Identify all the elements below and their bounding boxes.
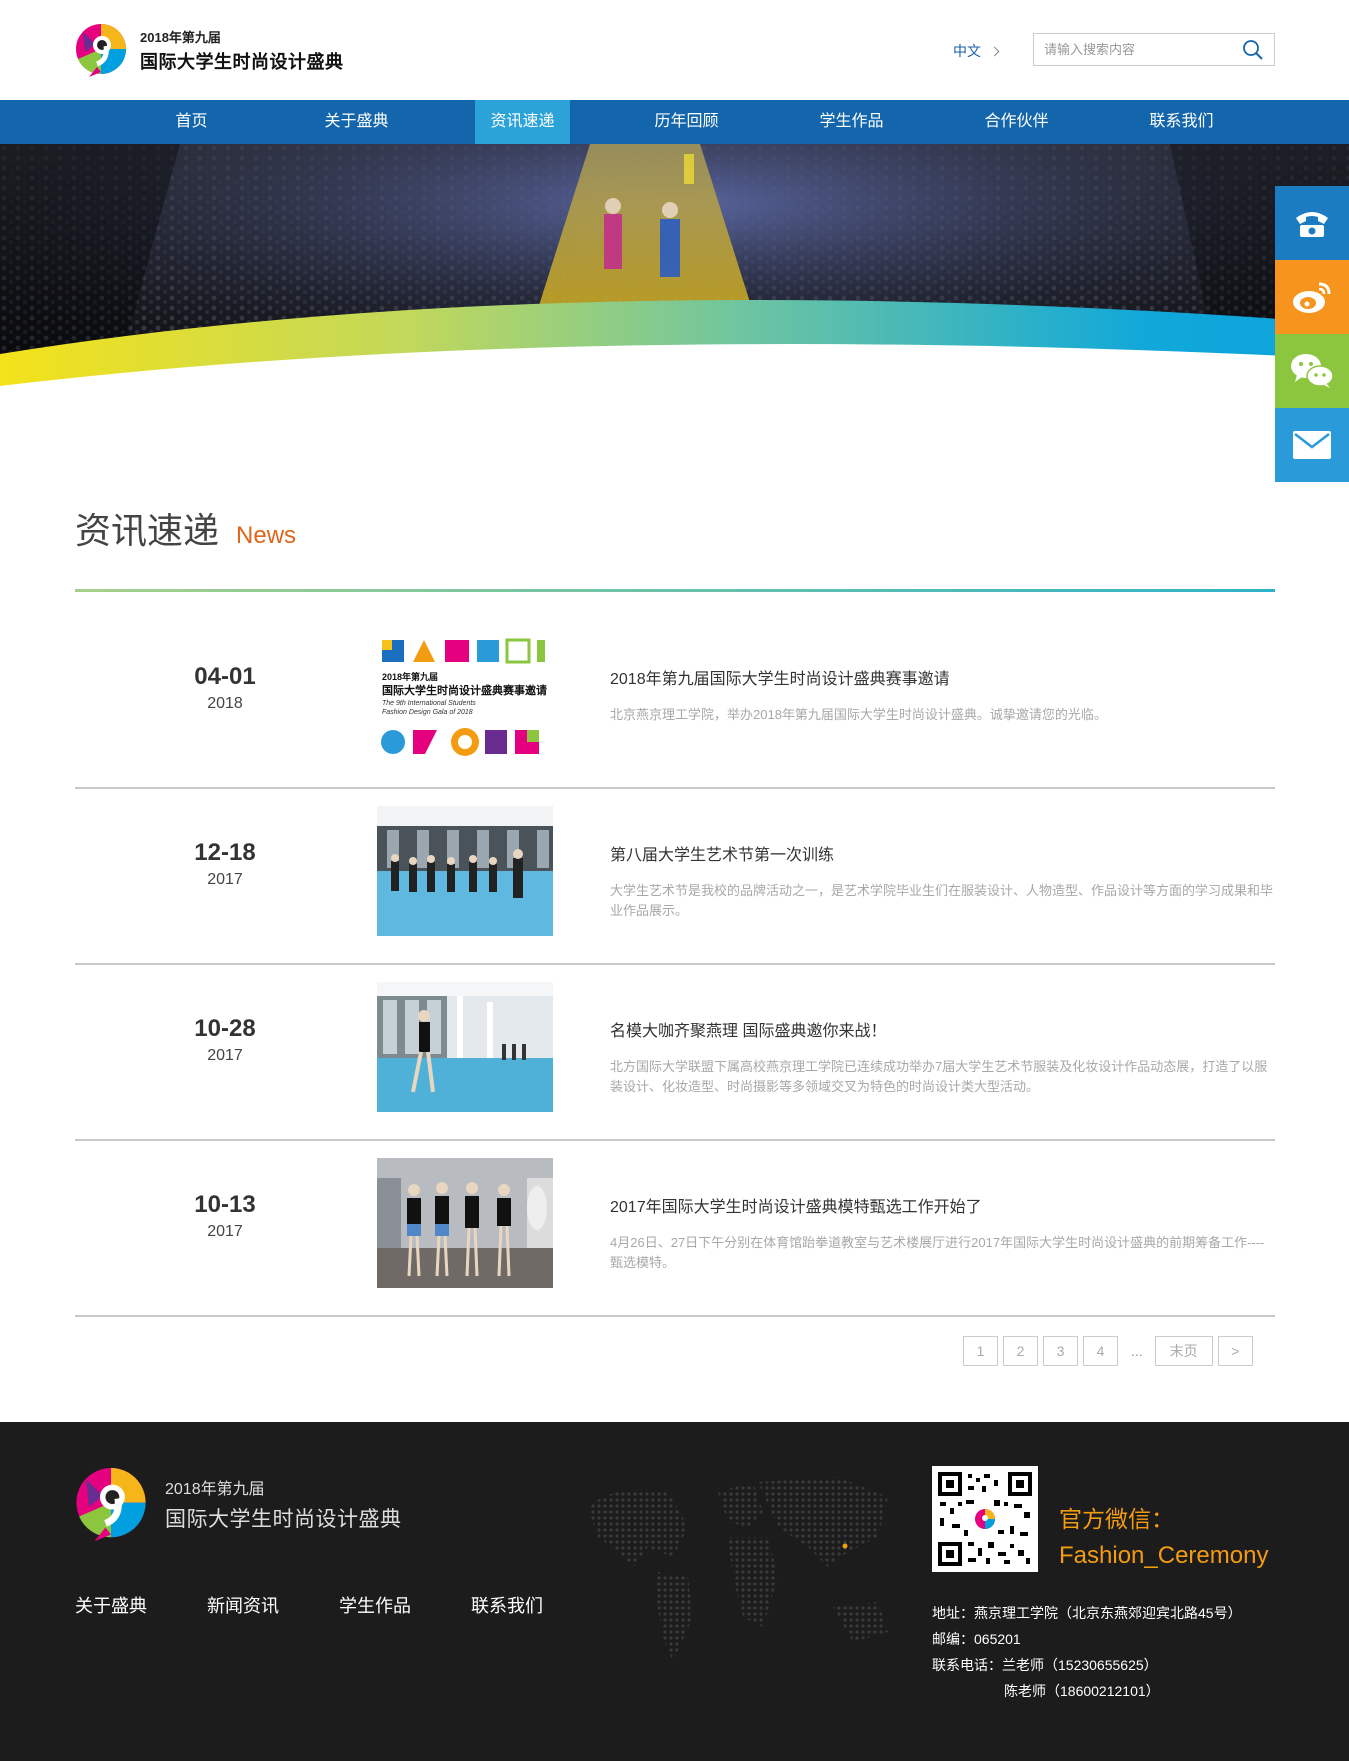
nav-item-history[interactable]: 历年回顾: [639, 100, 734, 144]
search-input[interactable]: [1034, 34, 1234, 65]
nav-item-partners[interactable]: 合作伙伴: [969, 100, 1064, 144]
poster-image: 2018年第九届 国际大学生时尚设计盛典赛事邀请 The 9th Interna…: [381, 638, 547, 756]
phone-button[interactable]: [1275, 186, 1349, 260]
pagination: 1 2 3 4 ... 末页 >: [963, 1336, 1258, 1366]
news-title[interactable]: 名模大咖齐聚燕理 国际盛典邀你来战！: [610, 1017, 886, 1041]
world-map-graphic: [588, 1477, 888, 1662]
language-switch[interactable]: 中文: [953, 41, 1000, 61]
page-4-button[interactable]: 4: [1083, 1336, 1118, 1366]
page-3-button[interactable]: 3: [1043, 1336, 1078, 1366]
model-photo: [377, 982, 553, 1112]
wechat-icon: [1291, 354, 1334, 388]
news-date: 10-28 2017: [75, 1015, 375, 1065]
news-date: 10-13 2017: [75, 1191, 375, 1241]
footer-link-contact[interactable]: 联系我们: [471, 1592, 543, 1618]
news-date-year: 2017: [207, 871, 243, 888]
news-date-md: 10-13: [194, 1191, 256, 1218]
footer-logo-line2: 国际大学生时尚设计盛典: [165, 1508, 402, 1531]
contact-address: 地址：燕京理工学院（北京东燕郊迎宾北路45号）: [932, 1605, 1242, 1621]
news-title[interactable]: 第八届大学生艺术节第一次训练: [610, 841, 834, 865]
wechat-id: Fashion_Ceremony: [1059, 1542, 1269, 1569]
next-page-button[interactable]: >: [1217, 1336, 1253, 1366]
news-thumbnail[interactable]: [377, 806, 553, 936]
section-title-cn: 资讯速递: [75, 510, 220, 551]
news-date: 04-01 2018: [75, 663, 375, 713]
search-icon[interactable]: [1242, 39, 1264, 61]
poster-line4: Fashion Design Gala of 2018: [382, 709, 473, 716]
weibo-button[interactable]: [1275, 260, 1349, 334]
contact-info: 地址：燕京理工学院（北京东燕郊迎宾北路45号） 邮编：065201 联系电话：兰…: [932, 1600, 1242, 1704]
news-date-year: 2017: [207, 1047, 243, 1064]
wechat-info: 官方微信： Fashion_Ceremony: [1059, 1500, 1268, 1570]
training-photo: [377, 806, 553, 936]
logo-line1: 2018年第九届: [140, 29, 221, 45]
footer: 2018年第九届 国际大学生时尚设计盛典 关于盛典 新闻资讯 学生作品 联系我们: [0, 1422, 1349, 1761]
header: 2018年第九届 国际大学生时尚设计盛典 中文: [0, 0, 1349, 100]
wechat-label: 官方微信：: [1059, 1506, 1174, 1532]
news-desc: 4月26日、27日下午分别在体育馆跆拳道教室与艺术楼展厅进行2017年国际大学生…: [610, 1235, 1265, 1270]
hero-banner: [0, 144, 1349, 444]
contact-phone-2: 陈老师（18600212101）: [1004, 1683, 1160, 1699]
news-date-year: 2017: [207, 1223, 243, 1240]
news-thumbnail[interactable]: [377, 1158, 553, 1288]
wechat-qr-code: [932, 1466, 1038, 1572]
nav-item-contact[interactable]: 联系我们: [1134, 100, 1229, 144]
section-divider: [75, 589, 1275, 592]
news-thumbnail[interactable]: 2018年第九届 国际大学生时尚设计盛典赛事邀请 The 9th Interna…: [377, 630, 553, 760]
main-nav: 首页 关于盛典 资讯速递 历年回顾 学生作品 合作伙伴 联系我们: [0, 100, 1349, 144]
poster-line1: 2018年第九届: [382, 671, 438, 682]
page-2-button[interactable]: 2: [1003, 1336, 1038, 1366]
footer-link-about[interactable]: 关于盛典: [75, 1592, 147, 1618]
news-title[interactable]: 2018年第九届国际大学生时尚设计盛典赛事邀请: [610, 665, 950, 689]
contact-phone-1: 联系电话：兰老师（15230655625）: [932, 1657, 1158, 1673]
weibo-icon: [1293, 282, 1331, 313]
poster-line2: 国际大学生时尚设计盛典赛事邀请: [382, 683, 547, 697]
news-item[interactable]: 10-28 2017 名模大咖齐聚燕理 国际盛典邀你来战！ 北方国际大学联盟下属…: [75, 965, 1275, 1141]
casting-photo: [377, 1158, 553, 1288]
chevron-right-icon: [989, 46, 1000, 56]
news-date-md: 12-18: [194, 839, 256, 866]
news-thumbnail[interactable]: [377, 982, 553, 1112]
mail-button[interactable]: [1275, 408, 1349, 482]
footer-links: 关于盛典 新闻资讯 学生作品 联系我们: [75, 1592, 603, 1618]
logo-mark-icon: [76, 24, 126, 77]
news-desc: 北方国际大学联盟下属高校燕京理工学院已连续成功举办7届大学生艺术节服装及化妆设计…: [610, 1059, 1268, 1094]
news-list: 04-01 2018 2018年第九届 国际大学生时尚设计盛典赛事邀请 The …: [75, 613, 1275, 1317]
section-title: 资讯速递 News: [75, 502, 296, 554]
footer-logo-mark-icon: [76, 1468, 146, 1542]
news-item[interactable]: 10-13 2017 2017年国际大学生时尚设计盛典模特甄选工作开始了 4月2…: [75, 1141, 1275, 1317]
footer-link-works[interactable]: 学生作品: [339, 1592, 411, 1618]
wechat-button[interactable]: [1275, 334, 1349, 408]
poster-line3: The 9th International Students: [382, 700, 476, 707]
news-date-md: 04-01: [194, 663, 256, 690]
side-toolbar: [1275, 186, 1349, 482]
contact-postcode: 邮编：065201: [932, 1631, 1021, 1647]
page-ellipsis: ...: [1131, 1343, 1143, 1359]
news-title[interactable]: 2017年国际大学生时尚设计盛典模特甄选工作开始了: [610, 1193, 982, 1217]
map-location-marker: [842, 1543, 848, 1549]
nav-item-news[interactable]: 资讯速递: [475, 100, 570, 144]
news-date-md: 10-28: [194, 1015, 256, 1042]
news-desc: 大学生艺术节是我校的品牌活动之一，是艺术学院毕业生们在服装设计、人物造型、作品设…: [610, 883, 1274, 918]
language-label: 中文: [953, 43, 981, 59]
nav-item-about[interactable]: 关于盛典: [309, 100, 404, 144]
news-date-year: 2018: [207, 695, 243, 712]
nav-item-home[interactable]: 首页: [144, 100, 239, 144]
page-1-button[interactable]: 1: [963, 1336, 998, 1366]
last-page-button[interactable]: 末页: [1154, 1336, 1213, 1366]
nav-item-works[interactable]: 学生作品: [804, 100, 899, 144]
footer-logo-line1: 2018年第九届: [165, 1481, 265, 1498]
footer-logo[interactable]: 2018年第九届 国际大学生时尚设计盛典: [75, 1465, 402, 1543]
footer-link-news[interactable]: 新闻资讯: [207, 1592, 279, 1618]
section-title-en: News: [236, 522, 297, 549]
search-box: [1033, 33, 1275, 66]
logo-line2: 国际大学生时尚设计盛典: [140, 51, 344, 72]
phone-icon: [1296, 212, 1328, 237]
news-date: 12-18 2017: [75, 839, 375, 889]
mail-icon: [1293, 431, 1331, 459]
news-desc: 北京燕京理工学院，举办2018年第九届国际大学生时尚设计盛典。诚挚邀请您的光临。: [610, 707, 1107, 722]
news-item[interactable]: 04-01 2018 2018年第九届 国际大学生时尚设计盛典赛事邀请 The …: [75, 613, 1275, 789]
logo[interactable]: 2018年第九届 国际大学生时尚设计盛典: [75, 22, 344, 78]
news-item[interactable]: 12-18 2017 第八届大学生艺术节第一次训练 大学生艺术节是我校的品牌活动…: [75, 789, 1275, 965]
